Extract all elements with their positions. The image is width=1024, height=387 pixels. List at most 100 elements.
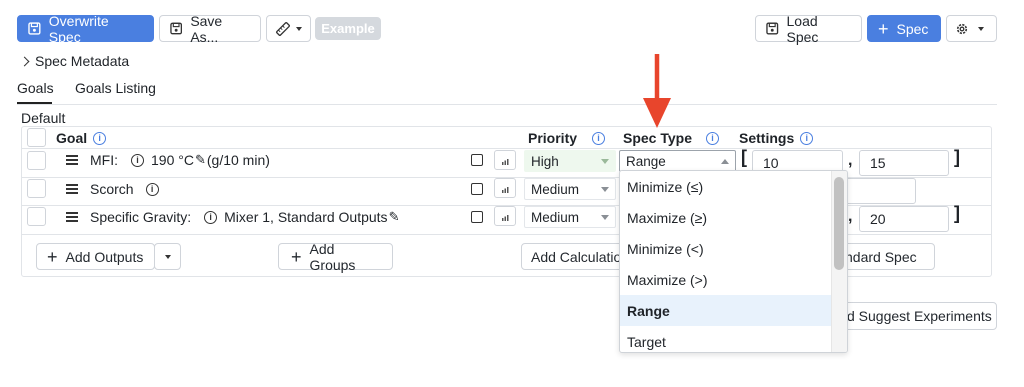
note-icon[interactable] [471,211,483,223]
spec-type-header: Spec Type [623,130,692,146]
info-icon[interactable]: i [800,131,814,145]
chevron-down-icon [296,26,302,31]
drag-handle-icon[interactable] [66,212,78,222]
header-divider [22,148,991,149]
save-icon [170,22,183,35]
info-icon[interactable]: i [592,132,605,145]
signal-button[interactable] [494,150,516,170]
priority-value: Medium [531,209,580,225]
add-spec-button[interactable]: + Spec [867,15,941,42]
chevron-down-icon [978,26,984,31]
drag-handle-icon[interactable] [66,184,78,194]
spec-type-dropdown-menu: Minimize (≤) Maximize (≥) Minimize (<) M… [619,170,848,353]
signal-icon [502,159,509,165]
save-icon [28,22,41,35]
settings-header-label: Settings [739,130,795,146]
priority-select[interactable]: High [524,150,616,172]
dropdown-option-target[interactable]: Target [620,326,831,352]
info-icon[interactable]: i [145,182,159,196]
row-checkbox[interactable] [27,207,46,226]
signal-button[interactable] [494,206,516,226]
goal-name: Specific Gravity: i Mixer 1, Standard Ou… [90,209,399,225]
example-badge: Example [315,17,381,40]
bracket-close: ] [954,203,960,223]
suggest-experiments-button[interactable]: d Suggest Experiments [832,302,997,330]
group-label: Default [21,110,66,126]
spec-metadata-label: Spec Metadata [35,53,130,69]
standard-spec-button[interactable]: ndard Spec [834,243,935,270]
comma: , [848,152,853,169]
ruler-icon [276,21,290,36]
pencil-icon[interactable]: ✎ [195,152,206,168]
goal-name-label: Specific Gravity: [90,209,192,225]
goal-name-label: MFI: [90,152,118,168]
dropdown-option-minimize-lt[interactable]: Minimize (<) [620,233,831,264]
bracket-close: ] [954,147,960,167]
dropdown-option-maximize-ge[interactable]: Maximize (≥) [620,202,831,233]
bracket-open: [ [741,147,747,167]
goal-header-label: Goal [56,130,88,146]
signal-icon [502,215,509,221]
caret-down-icon [601,187,609,192]
comma: , [848,208,853,225]
spec-type-header-label: Spec Type [623,130,692,146]
spec-type-select[interactable]: Range [619,150,736,172]
add-outputs-button[interactable]: + Add Outputs [36,243,155,270]
plus-icon: + [291,246,302,267]
note-icon[interactable] [471,183,483,195]
dropdown-scrollbar-thumb[interactable] [834,177,844,270]
info-icon[interactable]: i [204,210,218,224]
add-outputs-label: Add Outputs [65,248,144,265]
signal-icon [502,187,509,193]
overwrite-spec-button[interactable]: Overwrite Spec [17,13,154,45]
range-max-input[interactable]: 15 [859,150,949,176]
select-all-checkbox[interactable] [27,128,46,147]
load-spec-label: Load Spec [786,12,819,45]
range-max-value: 20 [870,211,886,227]
chevron-right-icon [19,56,30,66]
add-calculation-label: Add Calculation [531,248,629,265]
tools-dropdown-button[interactable] [266,15,311,42]
standard-spec-label: ndard Spec [845,248,917,265]
range-max-value: 15 [870,155,886,171]
dropdown-option-range[interactable]: Range [620,295,831,326]
info-icon[interactable]: i [706,132,719,145]
pencil-icon[interactable]: ✎ [389,209,400,225]
dropdown-option-maximize-gt[interactable]: Maximize (>) [620,264,831,295]
info-icon[interactable]: i [93,131,107,145]
dropdown-option-minimize-le[interactable]: Minimize (≤) [620,171,831,202]
save-as-label: Save As... [190,12,223,45]
goal-name: MFI: i 190 °C ✎ (g/10 min) [90,152,270,168]
priority-select[interactable]: Medium [524,178,616,200]
signal-button[interactable] [494,178,516,198]
goal-detail: Mixer 1, Standard Outputs [224,209,388,225]
plus-icon: + [878,18,889,39]
caret-down-icon [601,159,609,164]
tab-goals-listing[interactable]: Goals Listing [75,80,156,96]
add-groups-button[interactable]: + Add Groups [278,241,393,273]
priority-header: Priority [528,130,577,146]
note-icon[interactable] [471,154,483,166]
priority-value: Medium [531,181,580,197]
info-icon[interactable]: i [131,153,144,167]
add-outputs-dropdown[interactable] [154,243,181,270]
priority-header-label: Priority [528,130,578,146]
row-checkbox[interactable] [27,151,46,170]
load-spec-button[interactable]: Load Spec [755,12,862,45]
range-max-input[interactable]: 20 [859,206,949,232]
settings-dropdown-button[interactable] [946,15,997,42]
save-as-button[interactable]: Save As... [159,12,261,45]
priority-value: High [531,153,559,169]
setting-input[interactable] [845,178,916,204]
drag-handle-icon[interactable] [66,155,78,165]
range-min-value: 10 [763,155,779,171]
goal-detail: 190 °C [151,152,194,168]
priority-select[interactable]: Medium [524,206,616,228]
save-icon [766,22,779,35]
annotation-arrow [643,54,671,128]
spec-metadata-toggle[interactable]: Spec Metadata [19,53,130,69]
add-calculation-button[interactable]: Add Calculation [521,243,629,270]
chevron-down-icon [164,254,171,259]
tab-goals[interactable]: Goals [17,80,54,96]
row-checkbox[interactable] [27,179,46,198]
